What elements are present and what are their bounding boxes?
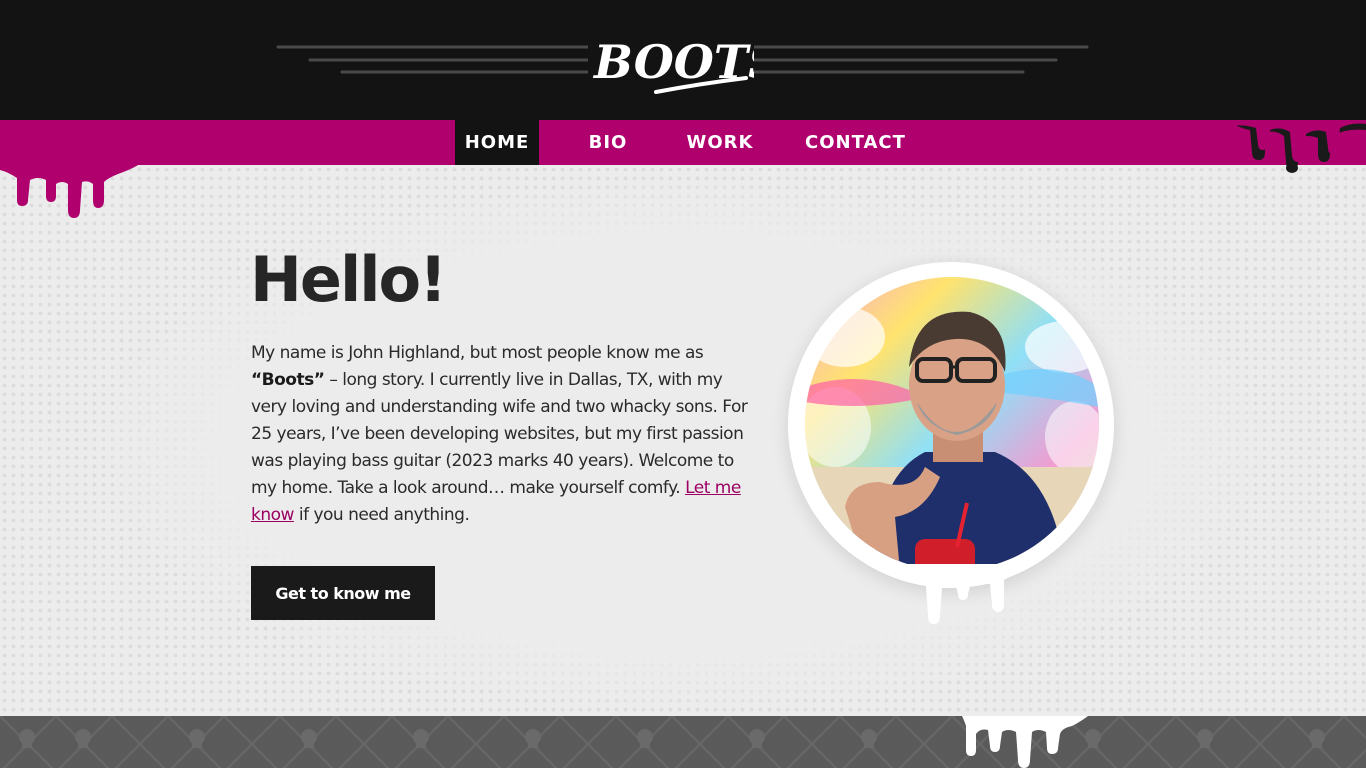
paint-drip-right: [1228, 120, 1366, 173]
intro-text-1: My name is John Highland, but most peopl…: [251, 343, 704, 363]
nav-item-home[interactable]: HOME: [455, 120, 539, 165]
skull-icon: [301, 729, 317, 748]
skull-icon: [413, 729, 429, 748]
site-header: BOOTS: [0, 0, 1366, 120]
footer-drip: [962, 716, 1088, 768]
portrait-frame: [788, 262, 1114, 588]
hero-heading: Hello!: [250, 243, 447, 316]
portrait-drip: [900, 564, 1020, 624]
intro-text-3: if you need anything.: [293, 505, 470, 525]
site-logo[interactable]: BOOTS: [588, 22, 754, 98]
nav-item-work[interactable]: WORK: [680, 120, 760, 165]
intro-nickname: “Boots”: [251, 370, 325, 390]
get-to-know-me-button[interactable]: Get to know me: [251, 566, 435, 620]
skull-icon: [749, 729, 765, 748]
skull-icon: [19, 729, 35, 748]
skull-icon: [637, 729, 653, 748]
skull-icon: [861, 729, 877, 748]
skull-icon: [525, 729, 541, 748]
skull-icon: [1197, 729, 1213, 748]
skull-icon: [75, 729, 91, 748]
portrait-illustration: [805, 277, 1099, 571]
skull-icon: [1309, 729, 1325, 748]
site-footer: [0, 716, 1366, 768]
hero-intro: My name is John Highland, but most peopl…: [251, 340, 751, 529]
intro-text-2: – long story. I currently live in Dallas…: [251, 370, 748, 498]
main-nav: HOME BIO WORK CONTACT: [0, 120, 1366, 165]
nav-item-contact[interactable]: CONTACT: [805, 120, 905, 165]
nav-item-bio[interactable]: BIO: [568, 120, 648, 165]
paint-drip-left: [0, 160, 140, 218]
portrait-photo: [805, 277, 1099, 571]
skull-icon: [189, 729, 205, 748]
